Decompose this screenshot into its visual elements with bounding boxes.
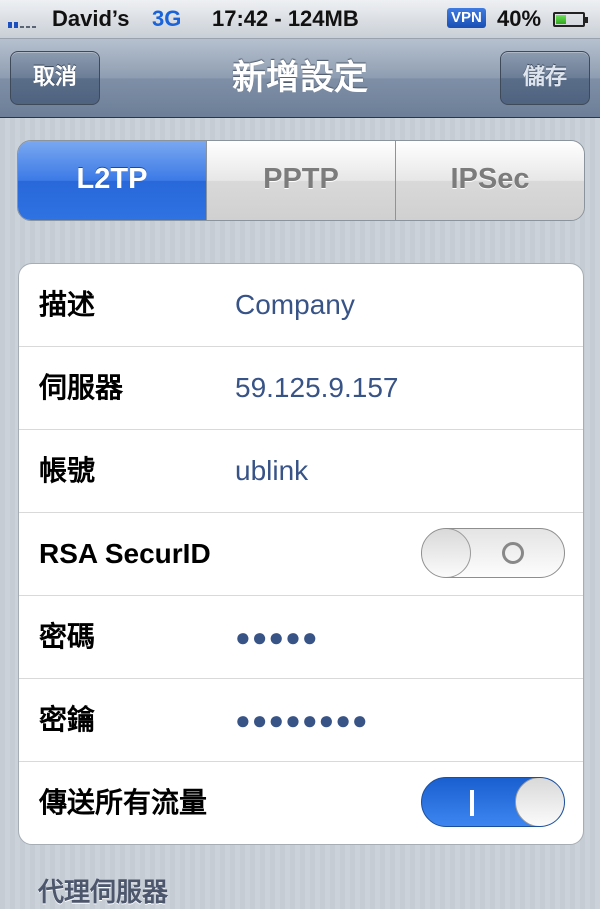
battery-icon — [553, 12, 588, 27]
rsa-securid-toggle[interactable] — [421, 528, 565, 578]
account-row[interactable]: 帳號 ublink — [19, 429, 583, 512]
proxy-section-header: 代理伺服器 — [38, 878, 169, 908]
rsa-securid-label: RSA SecurID — [39, 538, 211, 569]
toggle-on-icon — [470, 790, 474, 816]
signal-strength-icon — [8, 12, 36, 28]
secret-label: 密鑰 — [39, 703, 96, 736]
secret-field[interactable]: ●●●●●●●● — [235, 679, 369, 761]
toggle-knob[interactable] — [422, 529, 471, 577]
server-label: 伺服器 — [39, 371, 124, 404]
tab-pptp[interactable]: PPTP — [206, 141, 395, 220]
status-time: 17:42 - 124MB — [212, 6, 359, 31]
description-row[interactable]: 描述 Company — [19, 264, 583, 346]
toggle-off-icon — [502, 542, 524, 564]
network-type: 3G — [152, 6, 182, 31]
server-row[interactable]: 伺服器 59.125.9.157 — [19, 346, 583, 429]
server-field[interactable]: 59.125.9.157 — [235, 347, 399, 429]
account-label: 帳號 — [39, 454, 96, 487]
tab-l2tp[interactable]: L2TP — [18, 141, 206, 220]
password-field[interactable]: ●●●●● — [235, 596, 319, 678]
cancel-button[interactable]: 取消 — [10, 51, 100, 105]
vpn-badge: VPN — [447, 8, 486, 28]
carrier-name: David’s — [52, 6, 130, 31]
description-label: 描述 — [39, 288, 96, 321]
send-all-traffic-toggle[interactable] — [421, 777, 565, 827]
password-row[interactable]: 密碼 ●●●●● — [19, 595, 583, 678]
description-field[interactable]: Company — [235, 264, 355, 346]
send-all-traffic-label: 傳送所有流量 — [39, 786, 208, 819]
battery-percent: 40% — [497, 6, 542, 31]
battery-fill — [556, 15, 566, 24]
rsa-securid-row: RSA SecurID — [19, 512, 583, 595]
status-bar: David’s 3G 17:42 - 124MB VPN 40% — [0, 0, 600, 39]
vpn-settings-table: 描述 Company 伺服器 59.125.9.157 帳號 ublink RS… — [18, 263, 584, 845]
tab-ipsec[interactable]: IPSec — [395, 141, 584, 220]
secret-row[interactable]: 密鑰 ●●●●●●●● — [19, 678, 583, 761]
password-label: 密碼 — [39, 620, 96, 653]
send-all-traffic-row: 傳送所有流量 — [19, 761, 583, 844]
vpn-type-segmented-control: L2TP PPTP IPSec — [17, 140, 585, 221]
save-button[interactable]: 儲存 — [500, 51, 590, 105]
navigation-bar: 新增設定 取消 儲存 — [0, 39, 600, 118]
toggle-knob[interactable] — [515, 778, 564, 826]
account-field[interactable]: ublink — [235, 430, 308, 512]
